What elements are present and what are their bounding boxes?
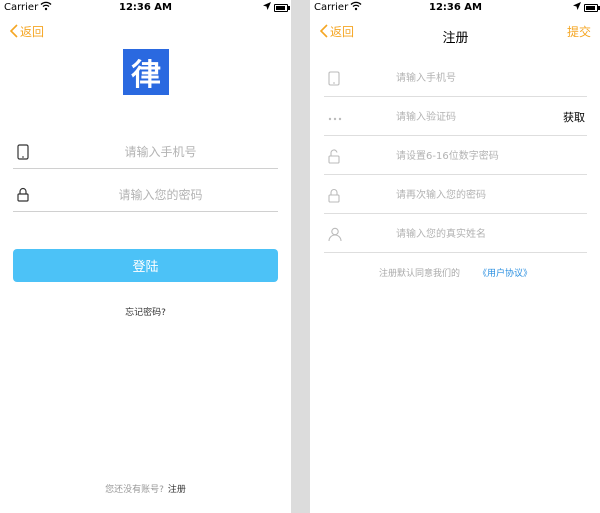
no-account-text: 您还没有账号?: [105, 485, 164, 495]
phone-field: [13, 138, 278, 169]
submit-button[interactable]: 提交: [567, 23, 591, 40]
real-name-field: [324, 214, 587, 253]
dots-icon: [328, 110, 342, 129]
battery-icon: [584, 4, 600, 12]
lock-icon: [328, 188, 340, 207]
phone-input[interactable]: [43, 142, 278, 162]
confirm-password-input[interactable]: [396, 186, 547, 204]
register-phone-field: [324, 58, 587, 97]
location-icon: [263, 2, 271, 13]
get-code-button[interactable]: 获取: [563, 109, 585, 125]
register-phone-input[interactable]: [396, 69, 547, 87]
battery-level-fill: [276, 6, 285, 10]
back-label: 返回: [20, 24, 45, 39]
real-name-input[interactable]: [396, 225, 547, 243]
agreement-text: 注册默认同意我们的: [378, 269, 460, 279]
phone-icon: [17, 144, 29, 164]
set-password-field: [324, 136, 587, 175]
page-title: 注册: [442, 31, 469, 46]
location-icon: [573, 2, 581, 13]
status-bar: Carrier 12:36 AM: [310, 0, 600, 16]
set-password-input[interactable]: [396, 147, 547, 165]
app-logo: 律: [123, 49, 169, 95]
login-screen: Carrier 12:36 AM 返回 律 登陆 忘记密码? 您还没有账号? 注册: [0, 0, 291, 513]
battery-level-fill: [586, 6, 595, 10]
status-time: 12:36 AM: [118, 2, 172, 13]
password-input[interactable]: [43, 185, 278, 205]
user-icon: [328, 227, 342, 246]
password-field: [13, 181, 278, 212]
code-input[interactable]: [396, 108, 547, 126]
status-time: 12:36 AM: [428, 2, 482, 13]
lock-icon: [17, 187, 29, 206]
forgot-password-link[interactable]: 忘记密码?: [0, 305, 291, 318]
back-chevron-icon: [10, 24, 18, 38]
register-screen: Carrier 12:36 AM 返回 注册 提交 获取: [310, 0, 600, 513]
phone-icon: [328, 71, 340, 90]
login-button[interactable]: 登陆: [13, 249, 278, 282]
lock-open-icon: [328, 149, 340, 168]
register-prompt: 您还没有账号? 注册: [0, 482, 291, 495]
status-bar: Carrier 12:36 AM: [0, 0, 291, 16]
register-link[interactable]: 注册: [168, 485, 186, 495]
agreement-notice: 注册默认同意我们的 《用户协议》: [310, 266, 600, 279]
code-field: 获取: [324, 97, 587, 136]
confirm-password-field: [324, 175, 587, 214]
user-agreement-link[interactable]: 《用户协议》: [478, 269, 532, 279]
battery-icon: [274, 4, 290, 12]
back-button[interactable]: 返回: [10, 22, 44, 40]
